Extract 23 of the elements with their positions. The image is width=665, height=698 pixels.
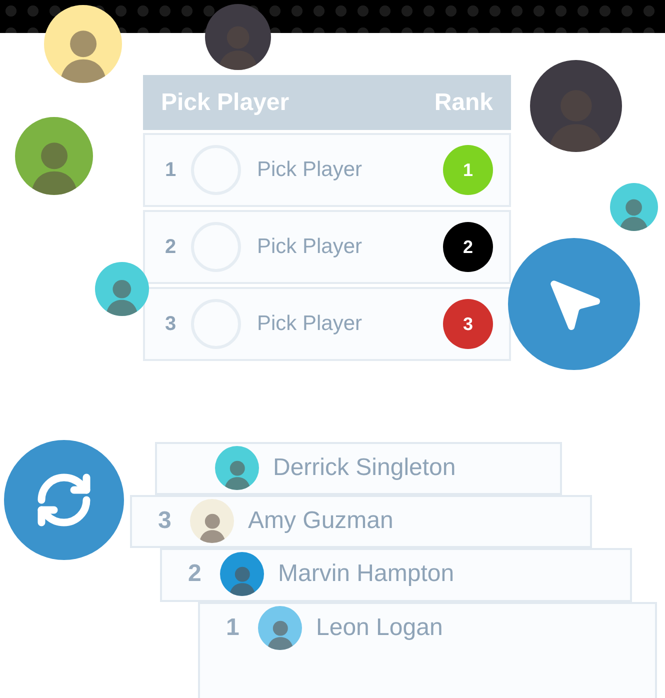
player-card[interactable]: Derrick Singleton (155, 442, 562, 495)
player-card[interactable]: 2 Marvin Hampton (160, 548, 632, 602)
player-name: Amy Guzman (248, 506, 394, 536)
player-card[interactable]: 1 Leon Logan (198, 602, 657, 698)
table-row[interactable]: 3 Pick Player 3 (143, 287, 511, 361)
row-number: 3 (165, 312, 178, 336)
row-number: 2 (165, 236, 178, 258)
player-name: Derrick Singleton (273, 453, 456, 483)
row-label: Pick Player (257, 312, 364, 336)
row-label: Pick Player (257, 158, 364, 182)
rank-badge: 3 (443, 299, 493, 349)
player-rank: 3 (158, 506, 172, 536)
player-rank: 1 (226, 613, 240, 643)
rank-badge: 1 (443, 145, 493, 195)
row-number: 1 (165, 158, 178, 182)
player-name: Leon Logan (316, 613, 443, 643)
row-label: Pick Player (257, 235, 364, 259)
player-card[interactable]: 3 Amy Guzman (130, 495, 592, 548)
player-name: Marvin Hampton (278, 559, 454, 589)
table-row[interactable]: 1 Pick Player 1 (143, 133, 511, 207)
player-rank: 2 (188, 559, 202, 589)
rank-badge: 2 (443, 222, 493, 272)
table-row[interactable]: 2 Pick Player 2 (143, 210, 511, 284)
